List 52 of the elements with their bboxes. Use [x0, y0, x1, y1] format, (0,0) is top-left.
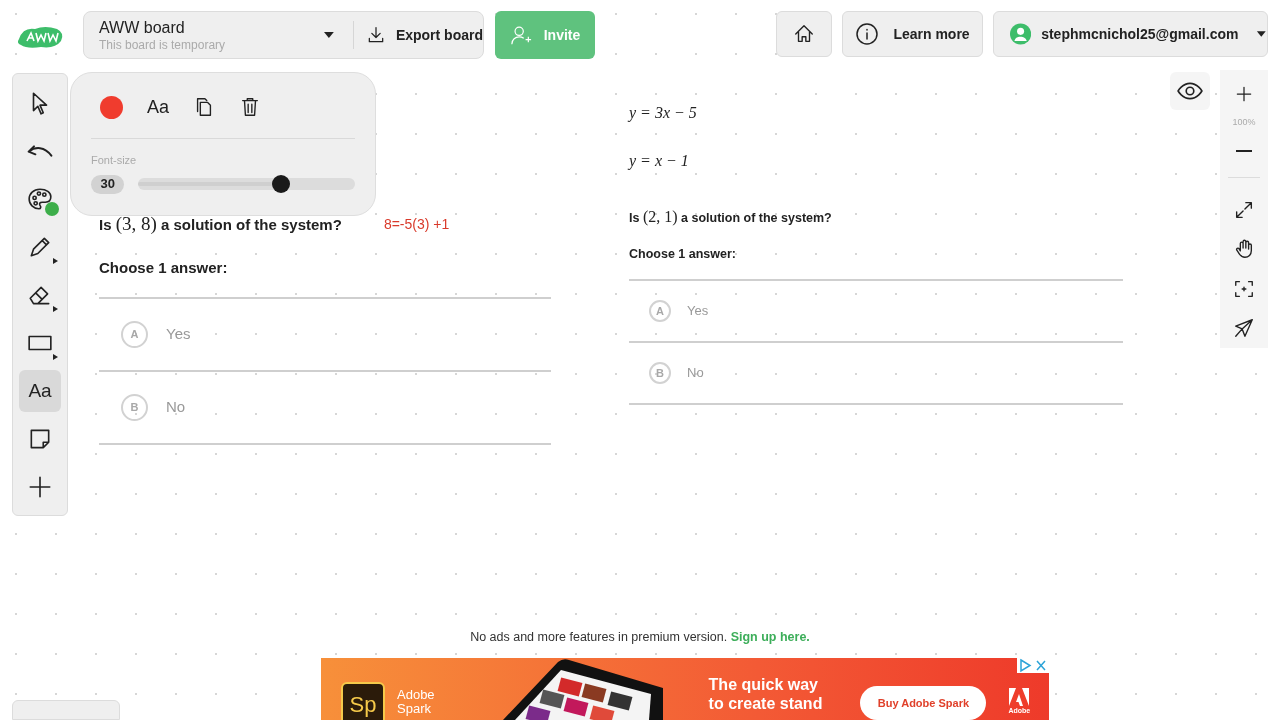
send-icon [1233, 317, 1255, 340]
font-size-slider[interactable] [138, 178, 355, 190]
ad-logo: Sp [341, 682, 385, 720]
question-text: Is (3, 8) a solution of the system? [99, 211, 342, 236]
ad-brand: Adobe Spark [397, 688, 435, 716]
home-icon [793, 23, 815, 45]
visibility-button[interactable] [1170, 72, 1210, 110]
undo-icon [27, 145, 53, 157]
palette-icon [27, 186, 53, 212]
hand-icon [1233, 238, 1255, 261]
equation-text: y = 3x − 5 [629, 103, 698, 124]
submenu-caret-icon [53, 306, 58, 312]
choice-letter: A [649, 300, 671, 322]
add-user-icon [509, 24, 532, 46]
adobe-logo-icon [1009, 688, 1030, 706]
info-icon [855, 22, 880, 46]
home-button[interactable] [776, 11, 832, 57]
choice-letter: A [121, 321, 148, 348]
choice-text: Yes [687, 302, 709, 321]
font-button[interactable]: Aa [147, 93, 170, 121]
tool-button[interactable]: Aa [19, 370, 61, 412]
board-title[interactable]: AWW board [99, 17, 324, 38]
status-dot-icon [45, 202, 59, 216]
handwritten-note: 8=-5(3) +1 [383, 214, 450, 234]
choice-text: No [687, 364, 704, 383]
choice-letter: B [121, 394, 148, 421]
plus-icon [27, 474, 53, 500]
ad-headline: The quick way to create stand [708, 675, 823, 713]
board-subtitle: This board is temporary [99, 37, 227, 53]
dropdown-caret-icon[interactable] [323, 31, 335, 39]
choose-label: Choose 1 answer: [99, 258, 229, 278]
choice-letter: B [649, 362, 671, 384]
export-button[interactable]: Export board [353, 12, 483, 58]
avatar-icon [1010, 22, 1032, 46]
color-swatch[interactable] [100, 95, 123, 119]
learn-more-button[interactable]: Learn more [842, 11, 983, 57]
question-text: Is (2, 1) a solution of the system? [629, 207, 832, 228]
font-size-label: Font-size [91, 153, 138, 168]
choice-text: No [166, 397, 186, 418]
font-size-value: 30 [91, 174, 125, 194]
minus-icon [1236, 150, 1252, 153]
submenu-caret-icon [53, 354, 58, 360]
ad-cta-button[interactable]: Buy Adobe Spark [860, 686, 987, 720]
choose-label: Choose 1 answer: [629, 246, 737, 263]
dropdown-caret-icon [1256, 30, 1267, 38]
equation-text: y = x − 1 [629, 151, 690, 172]
premium-notice: No ads and more features in premium version. Sign up here. [469, 629, 811, 646]
choice-text: Yes [166, 324, 191, 345]
slider-thumb[interactable] [272, 175, 291, 193]
submenu-caret-icon [53, 258, 58, 264]
account-button[interactable]: stephmcnichol25@gmail.com [993, 11, 1268, 57]
zoom-level: 100% [1232, 115, 1256, 129]
